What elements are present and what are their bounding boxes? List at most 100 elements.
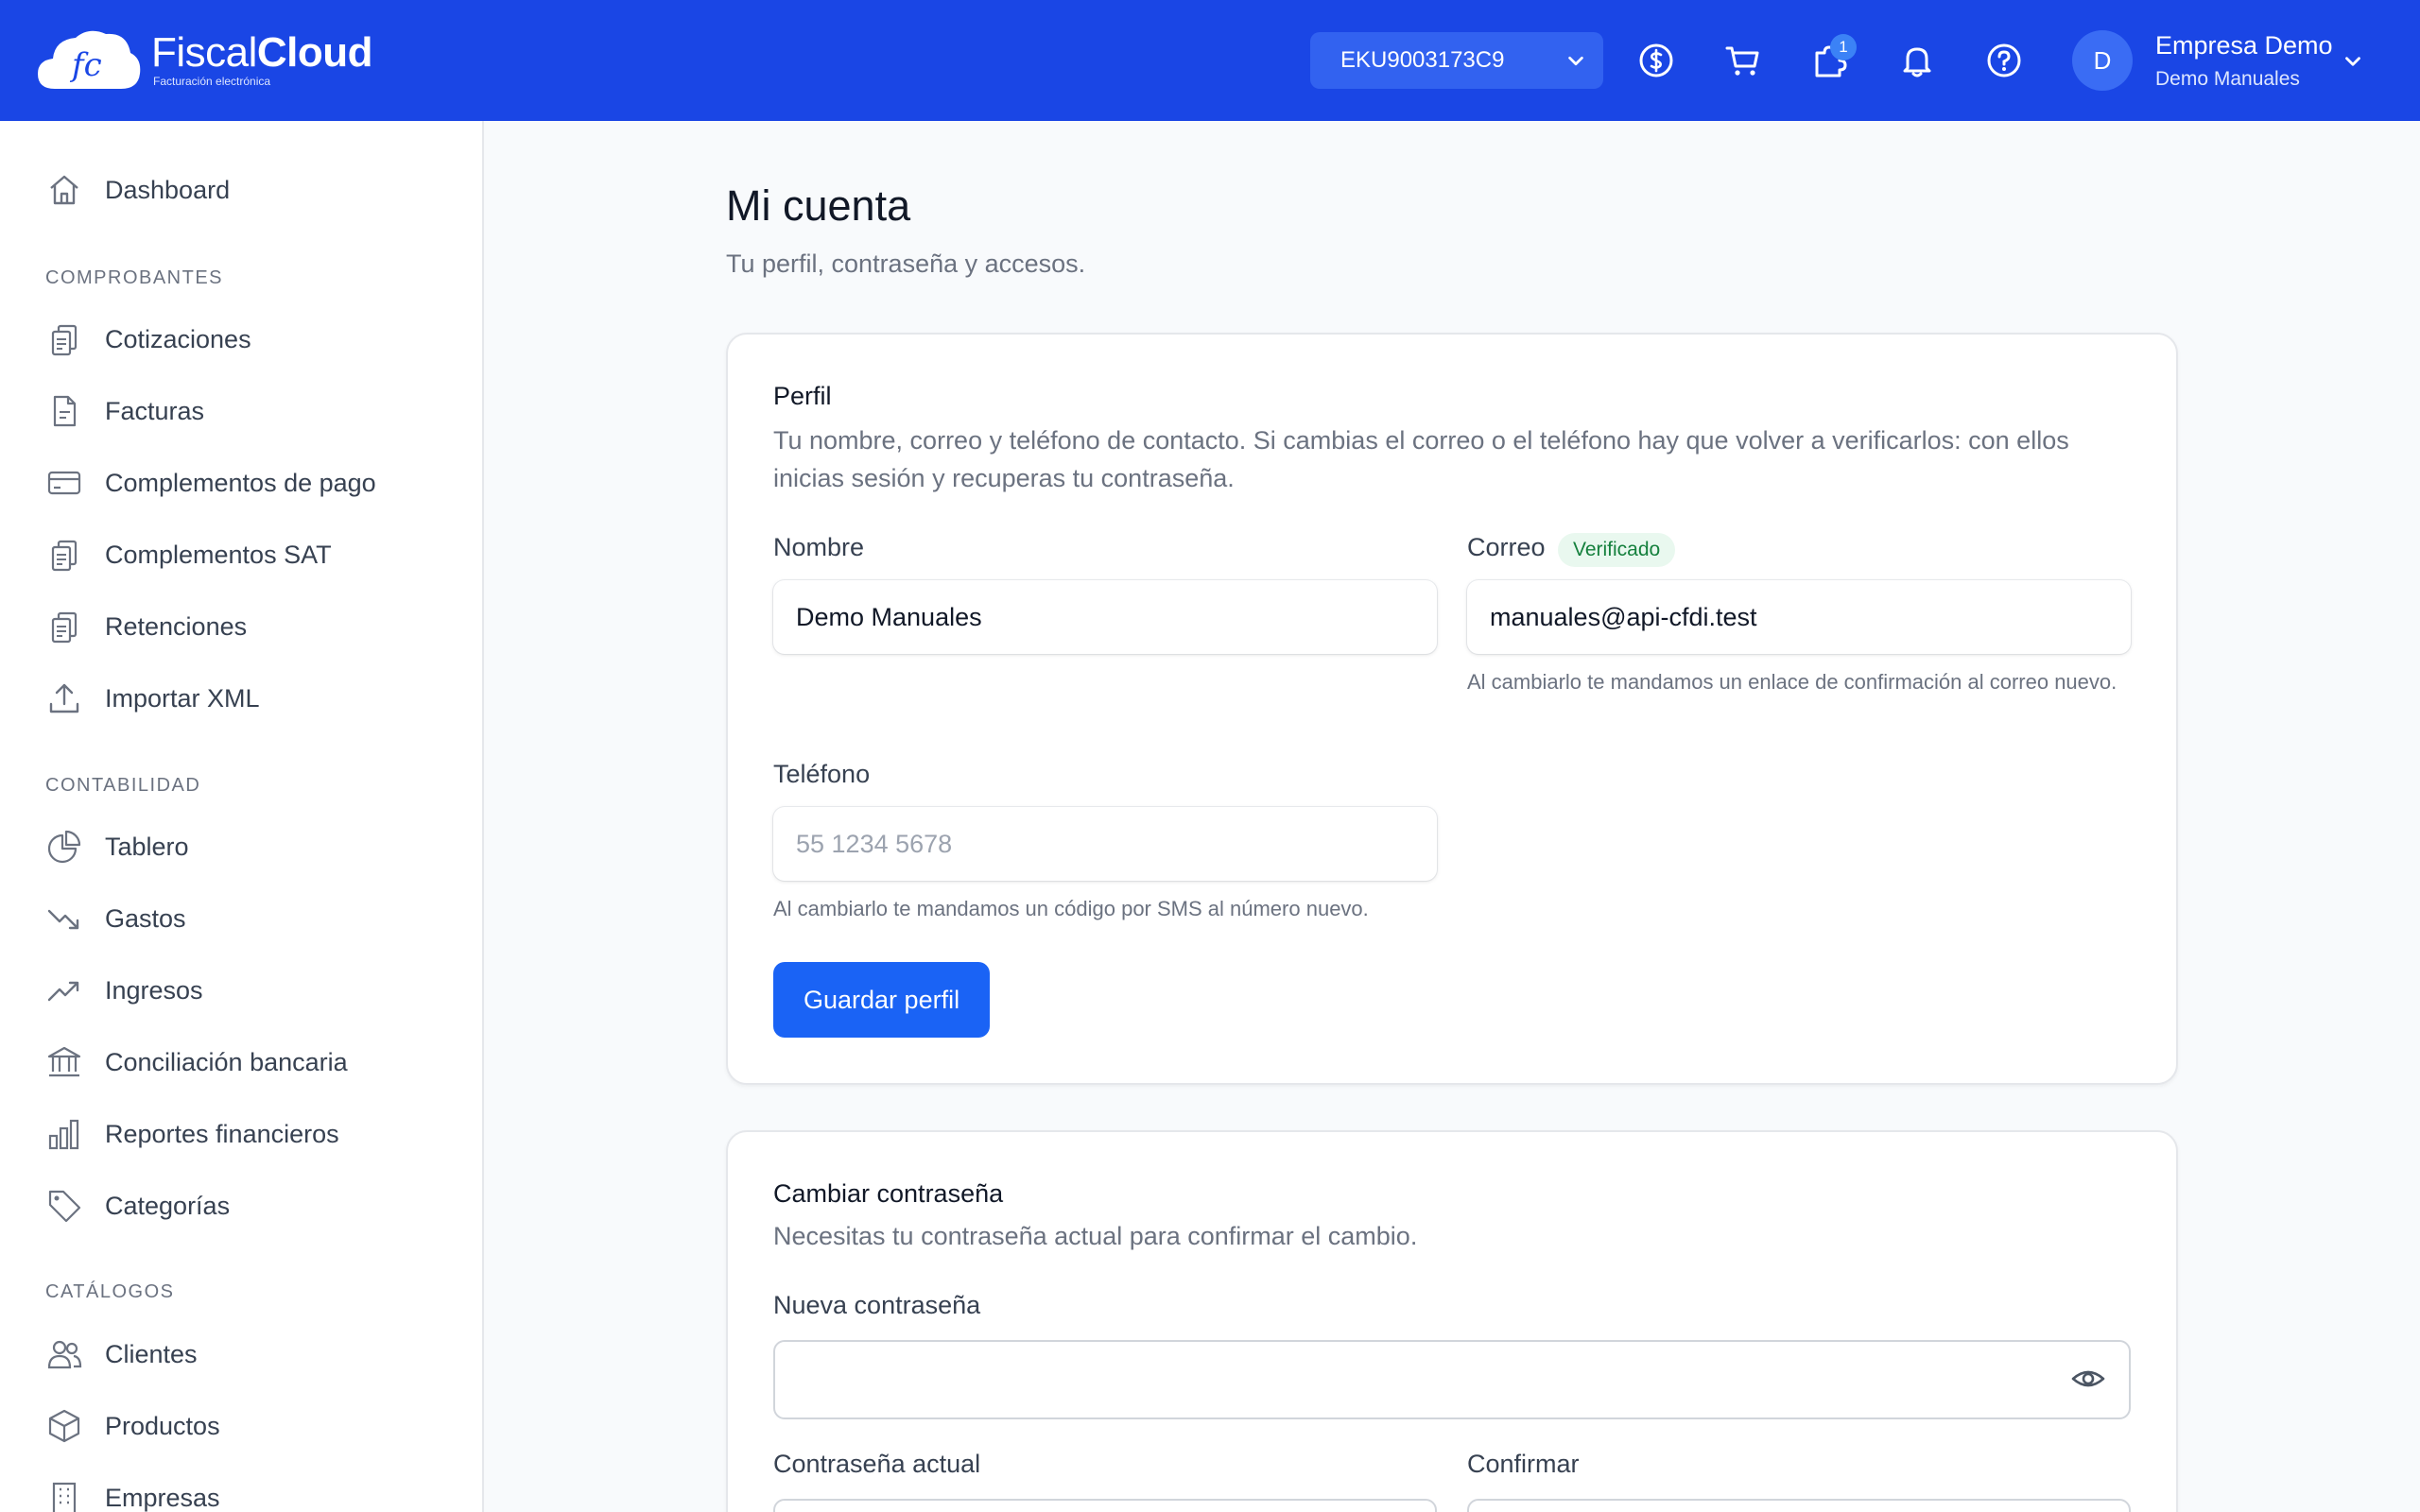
- tag-icon: [45, 1187, 83, 1225]
- sidebar-item-label: Tablero: [105, 832, 189, 861]
- profile-card-description: Tu nombre, correo y teléfono de contacto…: [773, 426, 2069, 492]
- profile-card: Perfil Tu nombre, correo y teléfono de c…: [726, 333, 2178, 1085]
- sidebar-item-tablero[interactable]: Tablero: [0, 818, 482, 875]
- password-card-title: Cambiar contraseña: [773, 1179, 1004, 1208]
- sidebar-item-label: Categorías: [105, 1191, 231, 1220]
- help-button[interactable]: [1983, 40, 2025, 81]
- confirm-password-label: Confirmar: [1467, 1450, 1580, 1478]
- question-circle-icon: [1987, 43, 2021, 77]
- sidebar-item-importar-xml[interactable]: Importar XML: [0, 670, 482, 727]
- rfc-selected-value: EKU9003173C9: [1340, 47, 1505, 73]
- bar-chart-icon: [45, 1115, 83, 1153]
- sidebar-item-label: Complementos SAT: [105, 540, 332, 569]
- sidebar-item-label: Conciliación bancaria: [105, 1047, 348, 1076]
- page-title: Mi cuenta: [726, 181, 911, 230]
- sidebar-item-label: Dashboard: [105, 175, 231, 204]
- cart-icon: [1725, 46, 1759, 76]
- bank-icon: [45, 1043, 83, 1081]
- billing-button[interactable]: [1635, 40, 1677, 81]
- clipboard-icon: [45, 320, 83, 358]
- sidebar-item-conciliacion[interactable]: Conciliación bancaria: [0, 1034, 482, 1091]
- document-icon: [45, 392, 83, 430]
- brand-name-bold: Cloud: [256, 29, 373, 76]
- brand-name-light: Fiscal: [151, 29, 257, 76]
- sidebar: Dashboard COMPROBANTES Cotizaciones Fact…: [0, 121, 484, 1512]
- sidebar-item-productos[interactable]: Productos: [0, 1398, 482, 1454]
- sidebar-item-label: Retenciones: [105, 611, 248, 641]
- sidebar-item-label: Cotizaciones: [105, 324, 251, 353]
- clipboard-icon: [45, 608, 83, 645]
- chevron-down-icon: [1568, 56, 1583, 66]
- section-heading-comprobantes: COMPROBANTES: [45, 267, 224, 288]
- sidebar-item-complementos-sat[interactable]: Complementos SAT: [0, 526, 482, 583]
- bell-icon: [1903, 47, 1931, 77]
- top-bar: fc FiscalCloud Facturación electrónica E…: [0, 0, 2420, 121]
- email-label: Correo: [1467, 533, 1546, 561]
- cloud-logo-icon: fc: [38, 30, 141, 89]
- sidebar-item-reportes[interactable]: Reportes financieros: [0, 1106, 482, 1162]
- svg-text:fc: fc: [69, 46, 102, 84]
- phone-label: Teléfono: [773, 760, 871, 788]
- sidebar-item-dashboard[interactable]: Dashboard: [0, 162, 482, 218]
- password-card-description: Necesitas tu contraseña actual para conf…: [773, 1222, 1418, 1250]
- name-input[interactable]: Demo Manuales: [773, 580, 1437, 654]
- sidebar-item-complementos-pago[interactable]: Complementos de pago: [0, 455, 482, 511]
- users-icon: [45, 1335, 83, 1373]
- notification-badge: 1: [1830, 34, 1857, 60]
- sidebar-item-gastos[interactable]: Gastos: [0, 890, 482, 947]
- sidebar-item-label: Empresas: [105, 1483, 220, 1512]
- email-input[interactable]: manuales@api-cfdi.test: [1467, 580, 2131, 654]
- page-subtitle: Tu perfil, contraseña y accesos.: [726, 249, 1086, 278]
- name-label: Nombre: [773, 533, 865, 561]
- current-password-input[interactable]: [773, 1499, 1437, 1512]
- pie-chart-icon: [45, 828, 83, 866]
- phone-input[interactable]: 55 1234 5678: [773, 807, 1437, 881]
- sidebar-item-label: Reportes financieros: [105, 1119, 339, 1148]
- rfc-selector[interactable]: EKU9003173C9: [1310, 32, 1603, 89]
- sidebar-item-clientes[interactable]: Clientes: [0, 1326, 482, 1383]
- sidebar-item-label: Productos: [105, 1411, 220, 1440]
- sidebar-item-cotizaciones[interactable]: Cotizaciones: [0, 311, 482, 368]
- sidebar-item-retenciones[interactable]: Retenciones: [0, 598, 482, 655]
- sidebar-item-categorias[interactable]: Categorías: [0, 1177, 482, 1234]
- confirm-password-input[interactable]: [1467, 1499, 2131, 1512]
- profile-card-title: Perfil: [773, 382, 832, 410]
- chevron-down-icon[interactable]: [2341, 49, 2365, 74]
- sidebar-item-label: Complementos de pago: [105, 468, 376, 497]
- section-heading-contabilidad: CONTABILIDAD: [45, 775, 201, 796]
- brand-logo[interactable]: fc FiscalCloud Facturación electrónica: [36, 26, 373, 93]
- new-password-label: Nueva contraseña: [773, 1291, 981, 1319]
- trending-down-icon: [45, 900, 83, 937]
- sidebar-item-empresas[interactable]: Empresas: [0, 1469, 482, 1512]
- dollar-circle-icon: [1639, 43, 1673, 77]
- sidebar-item-label: Facturas: [105, 396, 205, 425]
- cube-icon: [45, 1407, 83, 1445]
- current-password-label: Contraseña actual: [773, 1450, 981, 1478]
- sidebar-item-facturas[interactable]: Facturas: [0, 383, 482, 439]
- password-card: Cambiar contraseña Necesitas tu contrase…: [726, 1130, 2178, 1512]
- sidebar-item-label: Gastos: [105, 903, 186, 933]
- brand-tagline: Facturación electrónica: [153, 75, 271, 88]
- sidebar-item-label: Importar XML: [105, 683, 260, 713]
- cart-button[interactable]: [1722, 40, 1764, 81]
- user-name: Demo Manuales: [2155, 67, 2300, 90]
- credit-card-icon: [45, 464, 83, 502]
- clipboard-icon: [45, 536, 83, 574]
- save-profile-button[interactable]: Guardar perfil: [773, 962, 991, 1038]
- phone-help-text: Al cambiarlo te mandamos un código por S…: [773, 897, 1369, 920]
- user-company: Empresa Demo: [2155, 30, 2333, 60]
- upload-icon: [45, 679, 83, 717]
- trending-up-icon: [45, 971, 83, 1009]
- eye-icon[interactable]: [2070, 1361, 2106, 1397]
- new-password-input[interactable]: [773, 1340, 2131, 1419]
- notifications-button[interactable]: [1896, 40, 1938, 81]
- avatar: D: [2072, 30, 2133, 91]
- plugins-button[interactable]: 1: [1809, 34, 1857, 81]
- sidebar-item-ingresos[interactable]: Ingresos: [0, 962, 482, 1019]
- status-badge: Verificado: [1558, 533, 1676, 567]
- home-icon: [45, 171, 83, 209]
- sidebar-item-label: Ingresos: [105, 975, 203, 1005]
- building-icon: [45, 1479, 83, 1512]
- sidebar-item-label: Clientes: [105, 1339, 198, 1368]
- user-menu[interactable]: D Empresa Demo Demo Manuales: [2072, 30, 2333, 91]
